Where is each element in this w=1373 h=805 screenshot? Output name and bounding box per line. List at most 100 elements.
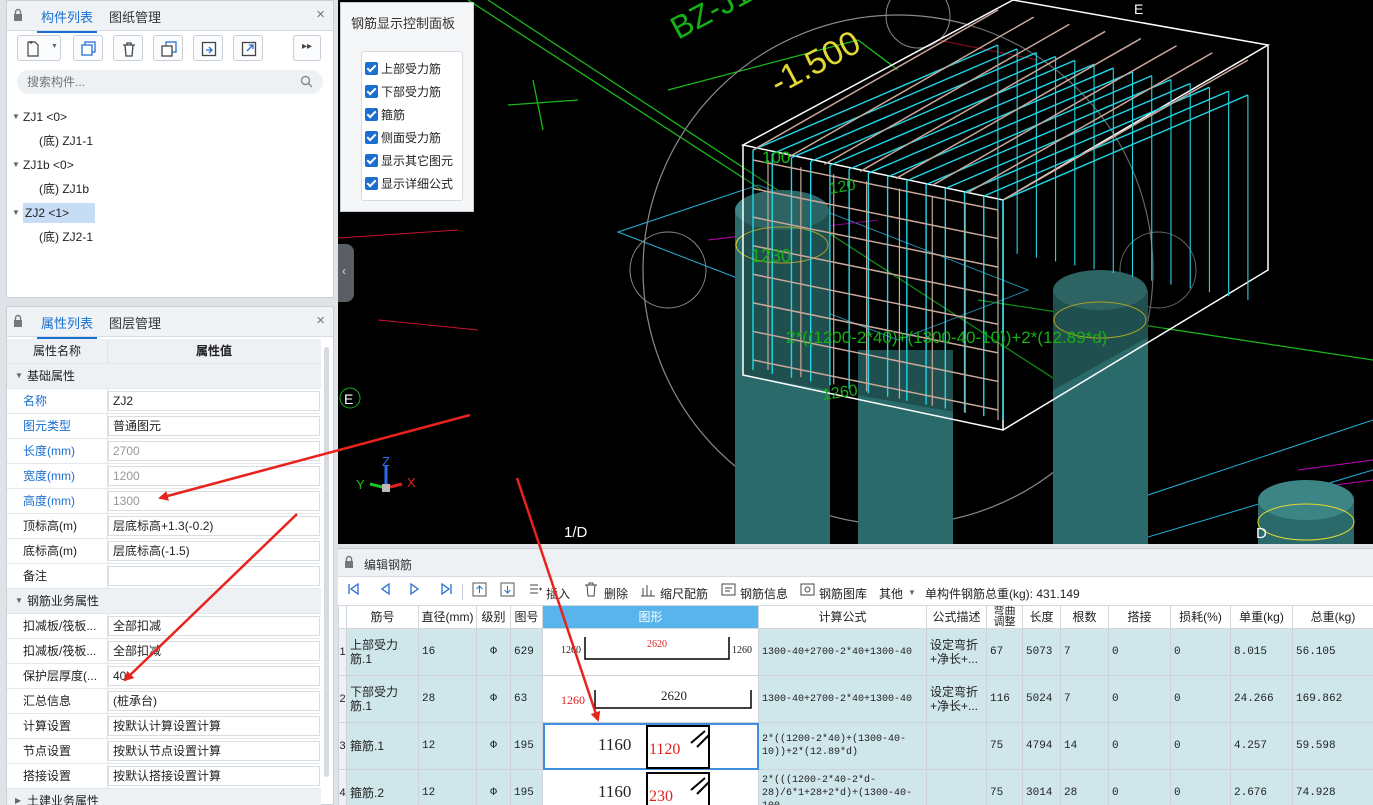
cell-total[interactable]: 59.598 bbox=[1292, 722, 1373, 770]
cell-loss[interactable]: 0 bbox=[1170, 628, 1231, 676]
cell-grade[interactable]: Φ bbox=[476, 769, 511, 805]
row-index[interactable]: 3 bbox=[338, 722, 347, 770]
cell-count[interactable]: 14 bbox=[1060, 722, 1109, 770]
checkbox-show-other[interactable]: 显示其它图元 bbox=[365, 153, 453, 173]
column-header[interactable]: 搭接 bbox=[1108, 605, 1171, 629]
orbit-handle-left[interactable] bbox=[629, 231, 707, 309]
column-header[interactable]: 筋号 bbox=[346, 605, 419, 629]
trash-icon[interactable] bbox=[584, 582, 598, 597]
cell-unit[interactable]: 2.676 bbox=[1230, 769, 1293, 805]
cell-dia[interactable]: 28 bbox=[418, 675, 477, 723]
group-basic-properties[interactable]: ▼ 基础属性 bbox=[7, 364, 321, 389]
cell-len[interactable]: 5024 bbox=[1022, 675, 1061, 723]
cell-formula[interactable]: 1300-40+2700-2*40+1300-40 bbox=[758, 628, 927, 676]
cell-total[interactable]: 56.105 bbox=[1292, 628, 1373, 676]
delete-button[interactable]: 删除 bbox=[604, 585, 628, 602]
row-index[interactable]: 1 bbox=[338, 628, 347, 676]
checkbox-stirrup[interactable]: 箍筋 bbox=[365, 107, 405, 127]
next-record-icon[interactable] bbox=[408, 582, 422, 596]
property-value-field[interactable]: (桩承台) bbox=[108, 691, 320, 711]
rebar-library-button[interactable]: 钢筋图库 bbox=[819, 585, 867, 602]
cell-unit[interactable]: 4.257 bbox=[1230, 722, 1293, 770]
cell-unit[interactable]: 24.266 bbox=[1230, 675, 1293, 723]
cell-dia[interactable]: 16 bbox=[418, 628, 477, 676]
tree-item-zj2-1[interactable]: (底) ZJ2-1 bbox=[7, 225, 333, 249]
cell-name[interactable]: 箍筋.2 bbox=[346, 769, 419, 805]
cell-total[interactable]: 169.862 bbox=[1292, 675, 1373, 723]
checkbox-bottom-rebar[interactable]: 下部受力筋 bbox=[365, 84, 441, 104]
tree-item-zj1-1[interactable]: (底) ZJ1-1 bbox=[7, 129, 333, 153]
delete-component-button[interactable] bbox=[113, 35, 143, 61]
table-row[interactable]: 1 上部受力筋.1 16 Φ 629 1260 2620 1260 1300-40+2700-2… bbox=[338, 628, 1373, 676]
property-value-field[interactable]: 1300 bbox=[108, 491, 320, 511]
group-civil-properties[interactable]: ▶ 土建业务属性 bbox=[7, 789, 321, 805]
checkbox-side-rebar[interactable]: 侧面受力筋 bbox=[365, 130, 441, 150]
cell-fig[interactable]: 195 bbox=[510, 769, 543, 805]
search-icon[interactable] bbox=[300, 75, 313, 88]
close-icon[interactable]: × bbox=[316, 6, 325, 23]
column-header[interactable]: 总重(kg) bbox=[1292, 605, 1373, 629]
cell-name[interactable]: 箍筋.1 bbox=[346, 722, 419, 770]
cell-fig[interactable]: 63 bbox=[510, 675, 543, 723]
rebar-shape-cell[interactable]: 1160 1120 bbox=[542, 722, 759, 770]
rebar-library-icon[interactable] bbox=[800, 582, 815, 597]
column-header[interactable]: 直径(mm) bbox=[418, 605, 477, 629]
property-scrollbar[interactable] bbox=[324, 347, 329, 777]
caret-right-icon[interactable]: ▶ bbox=[15, 789, 21, 805]
rebar-shape-cell[interactable]: 1260 2620 bbox=[542, 675, 759, 723]
checkbox-checked-icon[interactable] bbox=[365, 154, 378, 167]
property-value-field[interactable]: 按默认计算设置计算 bbox=[108, 716, 320, 736]
cell-bend[interactable]: 75 bbox=[986, 722, 1023, 770]
copy-to-floor-button[interactable] bbox=[153, 35, 183, 61]
cell-desc[interactable] bbox=[926, 769, 987, 805]
property-value-field[interactable] bbox=[108, 566, 320, 586]
cell-lap[interactable]: 0 bbox=[1108, 722, 1171, 770]
more-tools-button[interactable]: ▸▸ bbox=[293, 35, 321, 61]
last-record-icon[interactable] bbox=[440, 582, 454, 596]
property-value-field[interactable]: 全部扣减 bbox=[108, 641, 320, 661]
caret-down-icon[interactable]: ▼ bbox=[15, 364, 23, 388]
import-component-button[interactable] bbox=[193, 35, 223, 61]
checkbox-checked-icon[interactable] bbox=[365, 131, 378, 144]
property-value-field[interactable]: 普通图元 bbox=[108, 416, 320, 436]
property-value-field[interactable]: 层底标高+1.3(-0.2) bbox=[108, 516, 320, 536]
rebar-shape-cell[interactable]: 1160 230 bbox=[542, 769, 759, 805]
property-value-field[interactable]: 全部扣减 bbox=[108, 616, 320, 636]
cell-fig[interactable]: 629 bbox=[510, 628, 543, 676]
cell-loss[interactable]: 0 bbox=[1170, 675, 1231, 723]
table-row[interactable]: 4 箍筋.2 12 Φ 195 1160 230 2*(((1200-2*40-2*d-28)… bbox=[338, 769, 1373, 805]
insert-button[interactable]: 插入 bbox=[546, 585, 570, 602]
cell-name[interactable]: 下部受力筋.1 bbox=[346, 675, 419, 723]
tree-item-zj1[interactable]: ▼ ZJ1 <0> bbox=[7, 105, 333, 129]
new-component-button[interactable]: ▼ bbox=[17, 35, 61, 61]
export-component-button[interactable] bbox=[233, 35, 263, 61]
first-record-icon[interactable] bbox=[346, 582, 360, 596]
cell-name[interactable]: 上部受力筋.1 bbox=[346, 628, 419, 676]
cell-bend[interactable]: 75 bbox=[986, 769, 1023, 805]
tab-property-list[interactable]: 属性列表 bbox=[36, 313, 98, 339]
caret-down-icon[interactable]: ▼ bbox=[12, 201, 20, 225]
property-value-field[interactable]: 按默认搭接设置计算 bbox=[108, 766, 320, 786]
cell-total[interactable]: 74.928 bbox=[1292, 769, 1373, 805]
property-value-field[interactable]: ZJ2 bbox=[108, 391, 320, 411]
row-index[interactable]: 2 bbox=[338, 675, 347, 723]
group-rebar-properties[interactable]: ▼ 钢筋业务属性 bbox=[7, 589, 321, 614]
cell-count[interactable]: 28 bbox=[1060, 769, 1109, 805]
cell-lap[interactable]: 0 bbox=[1108, 628, 1171, 676]
table-row[interactable]: 2 下部受力筋.1 28 Φ 63 1260 2620 1300-40+2700-2*40+1… bbox=[338, 675, 1373, 723]
cell-formula[interactable]: 1300-40+2700-2*40+1300-40 bbox=[758, 675, 927, 723]
3d-viewport[interactable]: ⌄ bbox=[338, 0, 1373, 544]
checkbox-checked-icon[interactable] bbox=[365, 85, 378, 98]
property-value-field[interactable]: 40 bbox=[108, 666, 320, 686]
cell-lap[interactable]: 0 bbox=[1108, 675, 1171, 723]
tab-component-list[interactable]: 构件列表 bbox=[36, 7, 98, 33]
other-menu-button[interactable]: 其他 bbox=[879, 585, 903, 602]
table-row[interactable]: 3 箍筋.1 12 Φ 195 1160 1120 2*((1200-2*40)+(1300-… bbox=[338, 722, 1373, 770]
rebar-info-icon[interactable] bbox=[721, 582, 736, 597]
rebar-info-button[interactable]: 钢筋信息 bbox=[740, 585, 788, 602]
scale-rebar-icon[interactable] bbox=[640, 582, 656, 597]
lock-icon[interactable] bbox=[344, 555, 354, 569]
row-index[interactable]: 4 bbox=[338, 769, 347, 805]
tree-item-zj1b-bottom[interactable]: (底) ZJ1b bbox=[7, 177, 333, 201]
tree-item-zj2[interactable]: ▼ ZJ2 <1> bbox=[7, 201, 333, 225]
